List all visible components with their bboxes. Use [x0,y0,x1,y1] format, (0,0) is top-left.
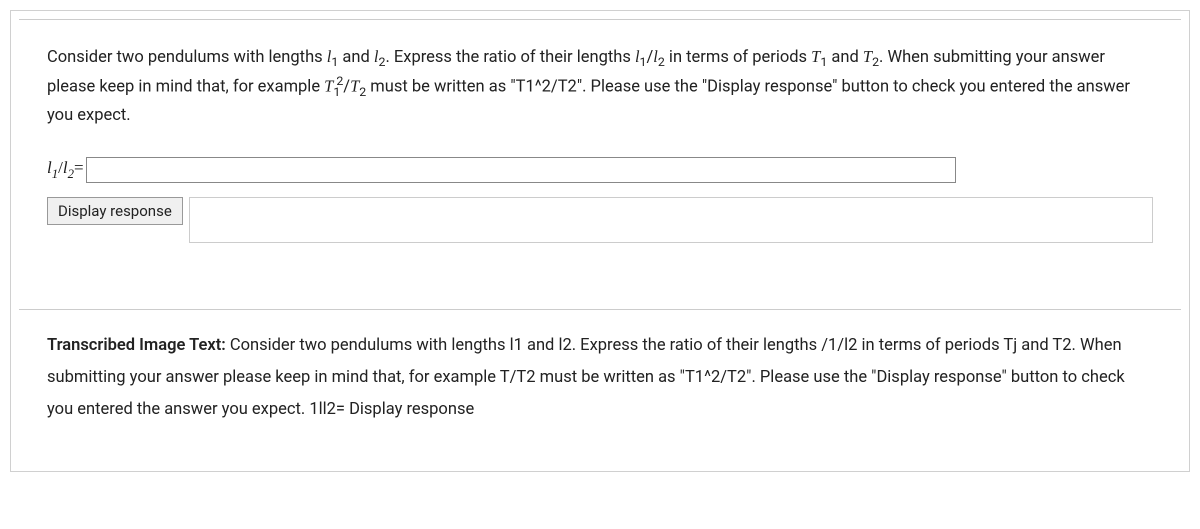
transcribed-text: Transcribed Image Text: Consider two pen… [47,330,1153,427]
answer-input-row: l1/l2= [47,157,1153,183]
question-container: Consider two pendulums with lengths l1 a… [10,10,1190,472]
button-row: Display response [47,197,1153,243]
transcribed-label: Transcribed Image Text: [47,336,226,355]
question-text: Consider two pendulums with lengths l1 a… [47,44,1153,129]
answer-input-label: l1/l2= [47,158,84,181]
transcribed-section: Transcribed Image Text: Consider two pen… [19,310,1181,463]
answer-input[interactable] [86,157,956,183]
display-response-button[interactable]: Display response [47,197,183,225]
question-section: Consider two pendulums with lengths l1 a… [19,19,1181,271]
response-display-area [189,197,1153,243]
